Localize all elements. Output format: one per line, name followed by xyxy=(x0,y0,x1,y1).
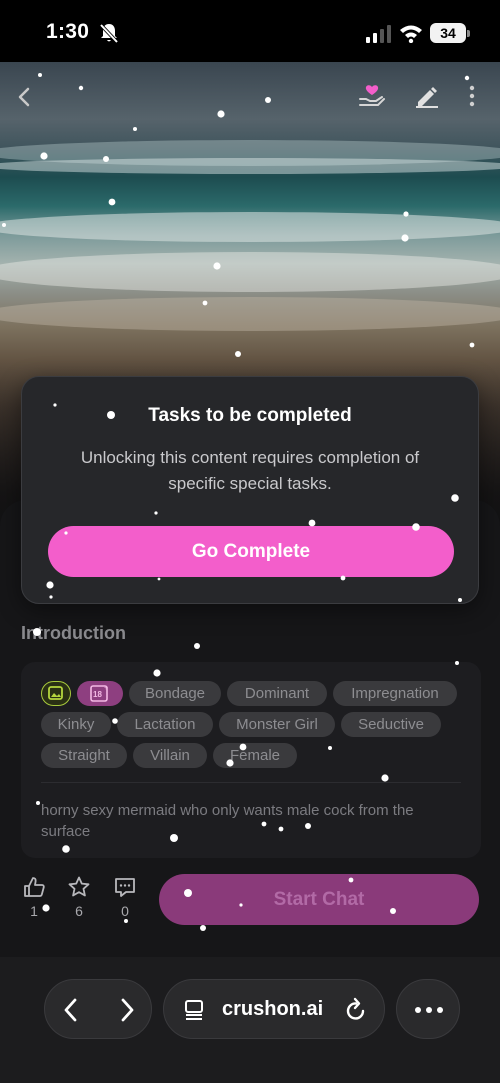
tag-chip[interactable]: Villain xyxy=(133,743,207,768)
wifi-icon xyxy=(400,25,422,43)
star-button[interactable]: 6 xyxy=(66,875,92,919)
address-bar[interactable]: crushon.ai xyxy=(163,979,385,1039)
tabs-icon xyxy=(185,1000,203,1020)
browser-forward-button[interactable] xyxy=(115,996,139,1029)
tag-chip[interactable]: Straight xyxy=(41,743,127,768)
status-bar: 1:30 34 xyxy=(0,0,500,62)
browser-toolbar: crushon.ai xyxy=(0,957,500,1083)
nsfw-18-plus-icon: 18 + xyxy=(77,681,123,706)
cellular-signal-icon xyxy=(366,25,391,43)
browser-more-button[interactable] xyxy=(396,979,460,1039)
tag-box: 18 + Bondage Dominant Impregnation Kinky… xyxy=(21,662,481,858)
image-tag-icon xyxy=(41,681,71,706)
start-chat-button[interactable]: Start Chat xyxy=(159,874,479,925)
back-button[interactable] xyxy=(14,86,36,108)
edit-button[interactable] xyxy=(414,84,440,108)
divider xyxy=(41,782,461,783)
donate-button[interactable] xyxy=(358,83,386,109)
thumbs-up-icon xyxy=(24,877,45,897)
battery-indicator: 34 xyxy=(430,23,470,43)
heart-hand-icon xyxy=(359,85,385,106)
tag-chip[interactable]: Kinky xyxy=(41,712,111,737)
introduction-heading: Introduction xyxy=(21,623,126,643)
tag-chip[interactable]: Monster Girl xyxy=(219,712,335,737)
tag-chip[interactable]: Female xyxy=(213,743,297,768)
browser-back-button[interactable] xyxy=(59,996,83,1029)
pencil-icon xyxy=(416,87,438,108)
star-count: 6 xyxy=(75,903,83,919)
status-time: 1:30 xyxy=(46,20,90,43)
modal-body: Unlocking this content requires completi… xyxy=(80,448,420,493)
bell-muted-icon xyxy=(99,23,119,44)
tag-chip[interactable]: Impregnation xyxy=(333,681,457,706)
url-text: crushon.ai xyxy=(222,998,324,1020)
go-complete-button[interactable]: Go Complete xyxy=(48,526,454,577)
reload-icon[interactable] xyxy=(344,997,368,1023)
more-options-button[interactable] xyxy=(468,85,476,107)
svg-text:18: 18 xyxy=(93,690,102,699)
modal-title: Tasks to be completed xyxy=(148,405,352,426)
chevron-left-icon xyxy=(64,998,77,1022)
tasks-modal: Tasks to be completed Unlocking this con… xyxy=(21,376,479,604)
comment-icon xyxy=(115,878,135,897)
tag-chip[interactable]: Lactation xyxy=(117,712,213,737)
character-description: horny sexy mermaid who only wants male c… xyxy=(41,802,414,840)
ellipsis-icon xyxy=(415,1007,443,1013)
navigation-pill xyxy=(44,979,152,1039)
like-button[interactable]: 1 xyxy=(20,875,48,919)
tag-chip[interactable]: Dominant xyxy=(227,681,327,706)
comment-count: 0 xyxy=(121,903,129,919)
like-count: 1 xyxy=(30,903,38,919)
tag-chip[interactable]: Seductive xyxy=(341,712,441,737)
comment-button[interactable]: 0 xyxy=(112,875,138,919)
kebab-menu-icon xyxy=(469,85,475,107)
svg-text:+: + xyxy=(104,685,108,692)
tag-chip[interactable]: Bondage xyxy=(129,681,221,706)
chevron-right-icon xyxy=(121,998,134,1022)
star-icon xyxy=(68,876,90,897)
chevron-left-icon xyxy=(18,87,30,107)
